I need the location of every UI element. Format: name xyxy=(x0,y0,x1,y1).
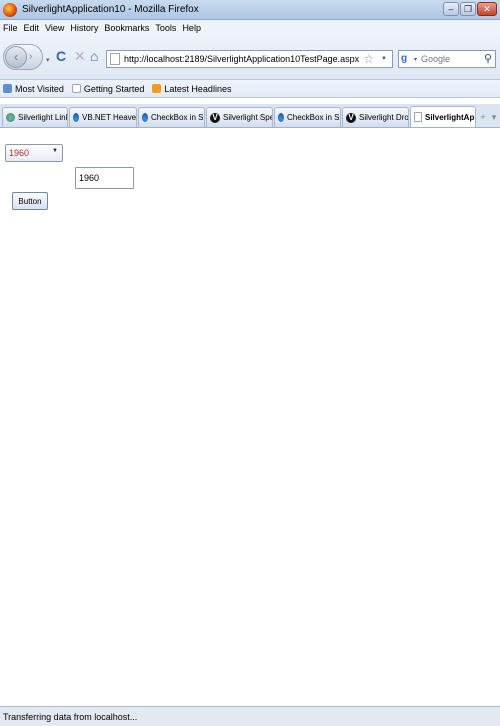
window-controls: – ❐ ✕ xyxy=(443,2,497,16)
search-engine-dropdown-icon[interactable]: ▾ xyxy=(414,56,417,63)
menu-bar: File Edit View History Bookmarks Tools H… xyxy=(0,20,500,36)
year-combobox[interactable]: 1960 ▼ xyxy=(5,144,63,162)
back-forward-group: ‹ › xyxy=(3,44,43,70)
search-icon[interactable]: ⚲ xyxy=(484,52,492,65)
tab-label: CheckBox in Silver... xyxy=(151,113,205,122)
maximize-button[interactable]: ❐ xyxy=(460,2,476,16)
bookmark-most-visited[interactable]: Most Visited xyxy=(3,84,64,94)
menu-edit[interactable]: Edit xyxy=(24,23,40,33)
search-input[interactable] xyxy=(421,54,482,64)
tab-silverlight-linklabel[interactable]: Silverlight LinkLab... xyxy=(2,107,68,127)
reload-icon[interactable]: C xyxy=(56,49,66,63)
v-logo-icon: V xyxy=(210,112,220,123)
tab-list-button[interactable]: ▾ xyxy=(489,109,499,125)
bookmark-star-icon[interactable]: ☆ xyxy=(363,52,374,66)
rss-feed-icon xyxy=(152,84,162,93)
bookmark-getting-started[interactable]: Getting Started xyxy=(71,83,145,94)
tab-label: Silverlight LinkLab... xyxy=(18,113,67,122)
chevron-down-icon[interactable]: ▼ xyxy=(52,148,58,154)
year-textbox[interactable] xyxy=(75,167,134,189)
tab-checkbox-silverlight-1[interactable]: CheckBox in Silver... xyxy=(138,107,205,127)
silverlight-icon xyxy=(278,113,284,122)
combobox-selected-value: 1960 xyxy=(9,148,30,158)
menu-bookmarks[interactable]: Bookmarks xyxy=(104,23,149,33)
bookmark-label: Most Visited xyxy=(15,83,64,94)
status-text: Transferring data from localhost... xyxy=(3,711,138,722)
page-content: 1960 ▼ Button xyxy=(0,129,500,706)
google-icon[interactable]: g xyxy=(401,53,413,65)
forward-button[interactable]: › xyxy=(29,51,32,62)
url-bar[interactable]: http://localhost:2189/SilverlightApplica… xyxy=(106,50,393,68)
page-icon xyxy=(71,84,81,93)
firefox-logo-icon xyxy=(3,2,17,17)
window-titlebar: SilverlightApplication10 - Mozilla Firef… xyxy=(0,0,500,20)
tab-silverlight-spell-check[interactable]: V Silverlight Spell C... xyxy=(206,107,273,127)
url-text[interactable]: http://localhost:2189/SilverlightApplica… xyxy=(124,54,359,64)
tab-label: CheckBox in Silver... xyxy=(287,113,341,122)
tab-vbnet-heaven[interactable]: VB.NET Heaven: F... xyxy=(69,107,137,127)
globe-icon xyxy=(6,113,15,122)
menu-view[interactable]: View xyxy=(45,23,64,33)
bookmarks-toolbar: Most Visited Getting Started Latest Head… xyxy=(0,80,500,98)
close-window-button[interactable]: ✕ xyxy=(477,2,497,16)
new-tab-button[interactable]: + xyxy=(478,109,488,125)
v-logo-icon: V xyxy=(346,112,356,123)
tab-label: SilverlightAp... xyxy=(425,112,476,122)
tab-checkbox-silverlight-2[interactable]: CheckBox in Silver... xyxy=(274,107,341,127)
menu-history[interactable]: History xyxy=(70,23,98,33)
menu-tools[interactable]: Tools xyxy=(155,23,176,33)
page-icon xyxy=(110,53,120,65)
window-title: SilverlightApplication10 - Mozilla Firef… xyxy=(22,4,199,15)
tab-label: Silverlight Spell C... xyxy=(223,113,272,122)
status-bar: Transferring data from localhost... xyxy=(0,706,500,726)
menu-help[interactable]: Help xyxy=(182,23,201,33)
tab-label: VB.NET Heaven: F... xyxy=(82,113,137,122)
url-dropdown-icon[interactable]: ▼ xyxy=(381,56,387,62)
bookmark-label: Getting Started xyxy=(83,83,145,94)
back-button[interactable]: ‹ xyxy=(5,46,27,68)
tab-label: Silverlight Dropdo... xyxy=(359,113,409,122)
home-icon[interactable]: ⌂ xyxy=(90,49,98,63)
silverlight-icon xyxy=(73,113,79,122)
minimize-button[interactable]: – xyxy=(443,2,459,16)
stop-icon[interactable]: ✕ xyxy=(74,49,86,63)
history-dropdown-icon[interactable]: ▾ xyxy=(46,56,50,64)
bookmark-latest-headlines[interactable]: Latest Headlines xyxy=(152,84,231,94)
page-icon xyxy=(414,112,422,122)
back-arrow-icon: ‹ xyxy=(14,50,18,64)
tab-silverlightapplication10[interactable]: SilverlightAp... x xyxy=(410,106,476,127)
tab-strip: Silverlight LinkLab... VB.NET Heaven: F.… xyxy=(0,104,500,128)
navigation-toolbar: ‹ › ▾ C ✕ ⌂ http://localhost:2189/Silver… xyxy=(0,36,500,80)
bookmark-label: Latest Headlines xyxy=(164,83,232,94)
menu-file[interactable]: File xyxy=(3,23,18,33)
tab-silverlight-dropdown[interactable]: V Silverlight Dropdo... xyxy=(342,107,409,127)
most-visited-icon xyxy=(3,84,12,93)
silverlight-icon xyxy=(142,113,148,122)
search-box: g ▾ ⚲ xyxy=(398,50,496,68)
action-button[interactable]: Button xyxy=(12,192,48,210)
